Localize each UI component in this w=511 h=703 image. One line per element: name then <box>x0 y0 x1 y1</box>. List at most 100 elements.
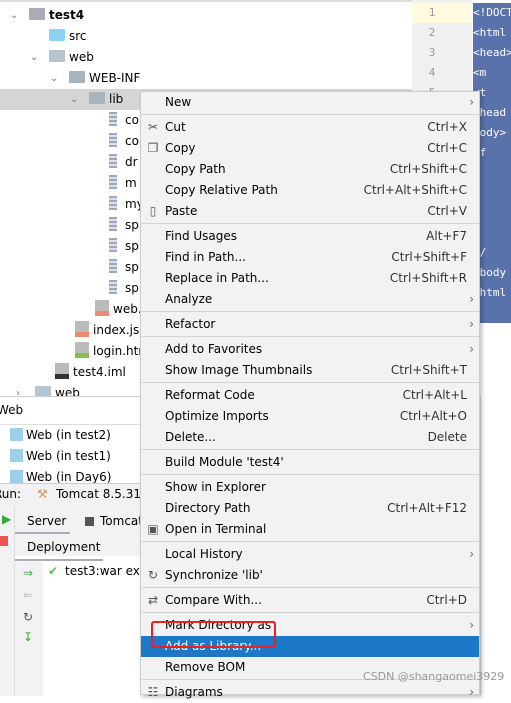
tree-item[interactable]: ⌄ test4 <box>0 5 412 26</box>
menu-item-show-in-explorer[interactable]: Show in Explorer <box>141 477 479 498</box>
menu-item-shortcut: Ctrl+D <box>426 593 467 607</box>
chevron-down-icon[interactable]: ⌄ <box>10 5 18 26</box>
menu-item-optimize-imports[interactable]: Optimize Imports Ctrl+Alt+O <box>141 406 479 427</box>
tree-item-label: sp <box>125 218 139 232</box>
menu-item-synchronize-lib[interactable]: ↻ Synchronize 'lib' <box>141 565 479 586</box>
menu-item-label: Copy <box>165 141 196 155</box>
deploy-icon[interactable]: ⇒ <box>23 566 35 580</box>
menu-item-label: Delete... <box>165 430 216 444</box>
menu-item-copy[interactable]: ❐ Copy Ctrl+C <box>141 138 479 159</box>
tab-tomcat[interactable]: Tomcat <box>100 514 143 528</box>
jar-icon <box>109 217 117 231</box>
run-label: Run: <box>0 487 22 501</box>
download-icon[interactable]: ↧ <box>23 630 35 644</box>
menu-item-label: Open in Terminal <box>165 522 267 536</box>
menu-item-label: Optimize Imports <box>165 409 269 423</box>
tab-server[interactable]: Server <box>27 514 66 528</box>
jar-icon <box>109 238 117 252</box>
scissors-icon: ✂ <box>147 120 159 134</box>
menu-item-analyze[interactable]: Analyze › <box>141 289 479 310</box>
menu-item-add-to-favorites[interactable]: Add to Favorites › <box>141 339 479 360</box>
xml-file-icon <box>95 300 109 316</box>
check-icon: ✔ <box>48 564 59 578</box>
menu-item-refactor[interactable]: Refactor › <box>141 314 479 335</box>
tree-item-label: dr <box>125 155 138 169</box>
stop-icon[interactable] <box>0 536 8 546</box>
menu-item-reformat-code[interactable]: Reformat Code Ctrl+Alt+L <box>141 385 479 406</box>
menu-item-label: Remove BOM <box>165 660 246 674</box>
undeploy-icon[interactable]: ⇐ <box>23 588 35 602</box>
folder-icon <box>49 50 65 62</box>
menu-item-compare-with[interactable]: ⇄ Compare With... Ctrl+D <box>141 590 479 611</box>
menu-item-find-in-path[interactable]: Find in Path... Ctrl+Shift+F <box>141 247 479 268</box>
menu-item-label: Reformat Code <box>165 388 255 402</box>
menu-item-cut[interactable]: ✂ Cut Ctrl+X <box>141 117 479 138</box>
menu-item-local-history[interactable]: Local History › <box>141 544 479 565</box>
menu-item-build-module-test4[interactable]: Build Module 'test4' <box>141 452 479 473</box>
tree-item[interactable]: ⌄ web <box>0 47 412 68</box>
submenu-arrow-icon: › <box>469 317 474 331</box>
menu-item-shortcut: Ctrl+Alt+L <box>402 388 467 402</box>
submenu-arrow-icon: › <box>469 95 474 109</box>
menu-item-label: New <box>165 95 192 109</box>
clipboard-icon: ▯ <box>149 204 157 218</box>
tree-item-label: web <box>69 50 94 64</box>
menu-item-shortcut: Ctrl+Alt+O <box>399 409 467 423</box>
tree-item-label: test4 <box>49 8 85 22</box>
context-menu: New › ✂ Cut Ctrl+X ❐ Copy Ctrl+C Copy Path Ctrl+S… <box>140 91 480 699</box>
menu-item-copy-relative-path[interactable]: Copy Relative Path Ctrl+Alt+Shift+C <box>141 180 479 201</box>
web-facet-item[interactable]: Web (in test1) <box>10 446 111 467</box>
menu-item-open-in-terminal[interactable]: ▣ Open in Terminal <box>141 519 479 540</box>
menu-item-copy-path[interactable]: Copy Path Ctrl+Shift+C <box>141 159 479 180</box>
menu-item-label: Analyze <box>165 292 213 306</box>
tree-item-label: lib <box>109 92 124 106</box>
menu-item-shortcut: Ctrl+X <box>427 120 467 134</box>
run-config-tab[interactable]: Tomcat 8.5.31 <box>56 487 141 501</box>
menu-item-label: Add to Favorites <box>165 342 263 356</box>
menu-item-paste[interactable]: ▯ Paste Ctrl+V <box>141 201 479 222</box>
menu-item-label: Show in Explorer <box>165 480 266 494</box>
sync-icon: ↻ <box>147 568 159 582</box>
run-toolbar: ▶ <box>0 506 15 696</box>
menu-item-find-usages[interactable]: Find Usages Alt+F7 <box>141 226 479 247</box>
web-facet-icon <box>10 470 23 483</box>
console-icon <box>85 517 94 526</box>
menu-item-label: Copy Path <box>165 162 226 176</box>
jar-icon <box>109 112 117 126</box>
annotation-highlight-box <box>151 621 276 648</box>
web-facet-item[interactable]: Web (in test2) <box>10 425 111 446</box>
web-panel-title: Web <box>0 403 24 417</box>
menu-item-shortcut: Ctrl+V <box>427 204 467 218</box>
menu-item-label: Find Usages <box>165 229 238 243</box>
tree-item-label: src <box>69 29 87 43</box>
menu-item-new[interactable]: New › <box>141 92 479 113</box>
refresh-icon[interactable]: ↻ <box>23 610 35 624</box>
deployment-toolbar: ⇒ ⇐ ↻ ↧ <box>15 562 43 696</box>
chevron-down-icon[interactable]: ⌄ <box>50 68 58 89</box>
deployment-item[interactable]: test3:war exp <box>65 564 148 578</box>
chevron-down-icon[interactable]: ⌄ <box>30 47 38 68</box>
menu-item-replace-in-path[interactable]: Replace in Path... Ctrl+Shift+R <box>141 268 479 289</box>
tree-item[interactable]: src <box>0 26 412 47</box>
menu-item-delete[interactable]: Delete... Delete <box>141 427 479 448</box>
menu-item-diagrams[interactable]: ☷ Diagrams › <box>141 682 479 703</box>
tree-item-label: co <box>125 134 139 148</box>
html-file-icon <box>75 342 89 358</box>
line-number: 4 <box>428 66 436 79</box>
line-number: 3 <box>428 46 436 59</box>
chevron-down-icon[interactable]: ⌄ <box>70 89 78 110</box>
jar-icon <box>109 280 117 294</box>
web-facet-label: Web (in Day6) <box>26 470 112 484</box>
menu-item-directory-path[interactable]: Directory Path Ctrl+Alt+F12 <box>141 498 479 519</box>
terminal-icon: ▣ <box>147 522 159 536</box>
tree-item[interactable]: ⌄ WEB-INF <box>0 68 412 89</box>
rerun-icon[interactable]: ▶ <box>2 512 12 526</box>
iml-file-icon <box>55 363 69 379</box>
menu-item-show-image-thumbnails[interactable]: Show Image Thumbnails Ctrl+Shift+T <box>141 360 479 381</box>
jar-icon <box>109 154 117 168</box>
menu-item-label: Synchronize 'lib' <box>165 568 263 582</box>
web-facet-icon <box>10 428 23 441</box>
menu-item-shortcut: Ctrl+Alt+Shift+C <box>363 183 467 197</box>
tab-deployment[interactable]: Deployment <box>27 540 100 554</box>
menu-item-shortcut: Ctrl+Shift+R <box>389 271 467 285</box>
